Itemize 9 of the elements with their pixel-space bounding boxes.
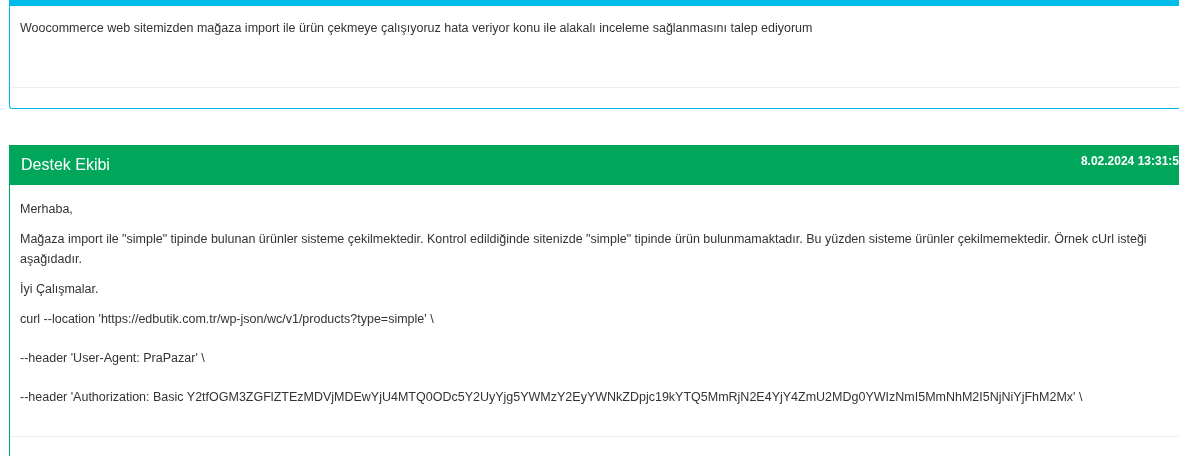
message-text: Merhaba, xyxy=(20,201,74,218)
message-text: --header 'Authorization: Basic Y2tfOGM3ZGFlZTEzMDVjMDEwYjU4MTQ0ODc5Y2UyYjg5YWMzY2EyYWNkZDpjc19kYTQ5MmRjN2E4YjY4ZmU2MDg0YWIzNmI5MmNhM2I5NjNiYjFhM2Mx' \ xyxy=(20,389,1084,406)
message-text: İyi Çalışmalar. xyxy=(20,281,100,298)
message-text: curl --location 'https://edbutik.com.tr/wp-json/wc/v1/products?type=simple' \ xyxy=(20,311,435,328)
message-text: Woocommerce web sitemizden mağaza import ile ürün çekmeye çalışıyoruz hata veriyor konu ile alakalı inceleme sağlanmasını talep ediyorum xyxy=(20,20,814,37)
message-date: 8.02.2024 13:31:5 xyxy=(1080,153,1179,168)
message-text: --header 'User-Agent: PraPazar' \ xyxy=(20,350,206,367)
message-text: Mağaza import ile "simple" tipinde bulunan ürünler sisteme çekilmektedir. Kontrol edildiğinde sitenizde "simple" tipinde ürün bulunmamaktadır. Bu yüzden sisteme ürünler çekilmemektedir. Örnek cUrl isteği aşağıdadır. xyxy=(20,231,1148,268)
author-name: Destek Ekibi xyxy=(21,156,110,174)
